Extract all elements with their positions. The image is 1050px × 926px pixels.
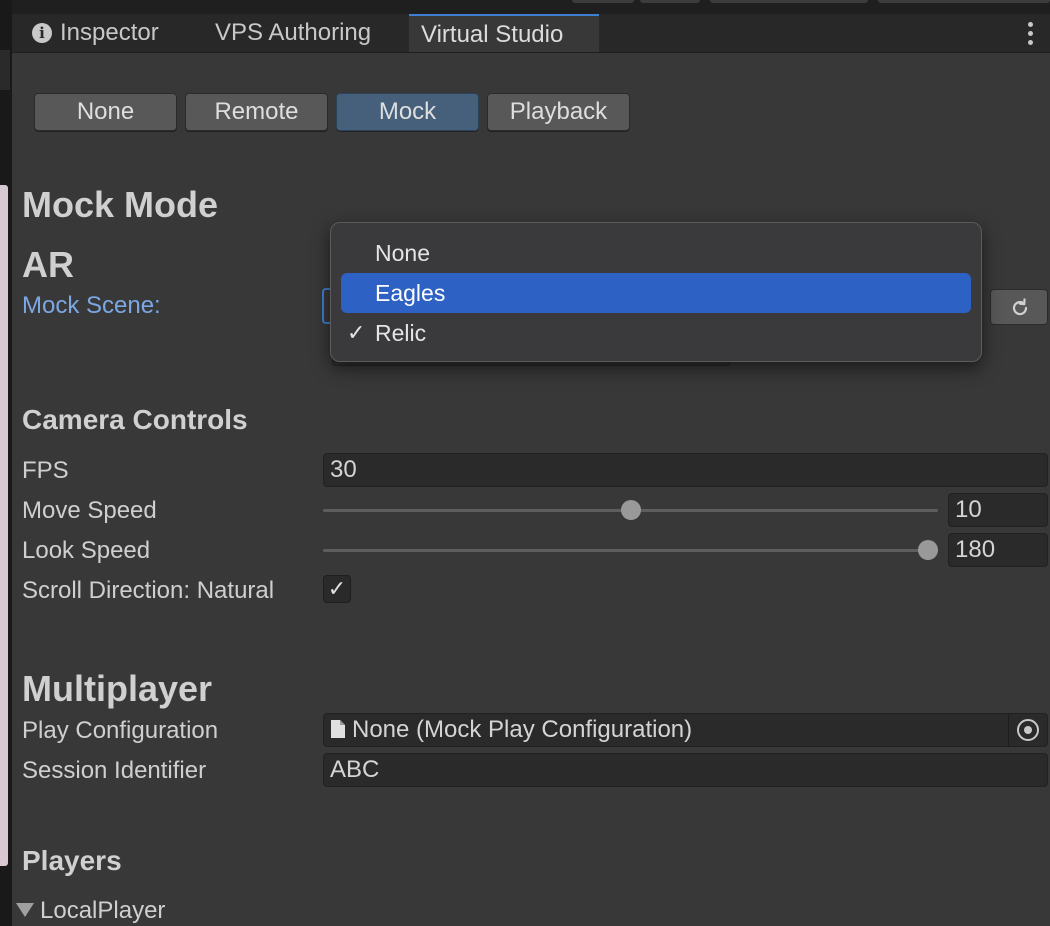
mock-scene-dropdown-menu: None Eagles ✓ Relic [330,222,982,362]
mode-playback-button[interactable]: Playback [487,93,630,131]
play-configuration-field[interactable]: None (Mock Play Configuration) [323,713,1048,747]
ar-heading: AR [22,244,74,285]
players-heading: Players [22,845,122,876]
look-speed-label: Look Speed [22,537,151,564]
tab-virtual-studio-label: Virtual Studio [421,21,564,48]
toolbar-nub [878,0,1050,3]
look-speed-input[interactable]: 180 [948,533,1048,567]
move-speed-label: Move Speed [22,497,157,524]
toolbar-nub [710,0,868,3]
left-panel-edge [0,0,12,926]
local-player-foldout[interactable]: LocalPlayer [16,897,165,925]
play-configuration-label: Play Configuration [22,717,219,744]
look-speed-slider-thumb[interactable] [918,540,938,560]
session-identifier-label: Session Identifier [22,757,207,784]
foldout-triangle-icon [16,903,34,917]
camera-controls-heading: Camera Controls [22,404,248,435]
toolbar-strip [12,0,1050,14]
scroll-direction-label: Scroll Direction: Natural [22,577,275,604]
menu-item-none-label: None [375,240,430,266]
tab-vps-authoring[interactable]: VPS Authoring [215,14,411,52]
tab-inspector[interactable]: i Inspector [32,14,212,52]
mode-mock-button[interactable]: Mock [336,93,479,131]
toolbar-nub [640,0,700,3]
play-configuration-value: None (Mock Play Configuration) [352,716,693,743]
file-icon [331,720,345,738]
move-speed-input[interactable]: 10 [948,493,1048,527]
look-speed-slider-track[interactable] [323,549,938,552]
tab-vps-authoring-label: VPS Authoring [215,19,372,46]
virtual-studio-window: i Inspector VPS Authoring Virtual Studio … [0,0,1050,926]
menu-item-eagles[interactable]: Eagles [341,273,971,313]
left-panel-dark-block [0,50,10,90]
local-player-label: LocalPlayer [40,897,166,924]
tab-bar: i Inspector VPS Authoring Virtual Studio [12,0,1050,53]
refresh-icon [1012,298,1028,316]
tab-inspector-label: Inspector [60,19,159,46]
more-options-icon[interactable] [1028,22,1034,49]
menu-item-none[interactable]: None [341,233,971,273]
info-icon: i [32,23,52,43]
tab-virtual-studio[interactable]: Virtual Studio [409,14,599,52]
object-picker-button[interactable] [1008,714,1047,746]
menu-item-relic-label: Relic [375,320,427,346]
session-identifier-input[interactable]: ABC [323,753,1048,787]
move-speed-slider-thumb[interactable] [620,500,641,520]
multiplayer-heading: Multiplayer [22,668,213,709]
mock-mode-heading: Mock Mode [22,184,219,225]
mode-remote-button[interactable]: Remote [185,93,328,131]
mode-none-button[interactable]: None [34,93,177,131]
fps-label: FPS [22,457,69,484]
checkmark-icon: ✓ [347,320,366,345]
left-panel-scrollbar[interactable] [0,185,8,866]
scroll-direction-checkbox[interactable]: ✓ [323,575,351,603]
checkmark-icon: ✓ [327,576,347,601]
refresh-scenes-button[interactable] [990,289,1048,325]
mock-scene-label: Mock Scene: [22,292,161,319]
toolbar-nub [572,0,634,3]
fps-input[interactable]: 30 [323,453,1048,487]
menu-item-eagles-label: Eagles [375,280,446,306]
menu-item-relic[interactable]: ✓ Relic [341,313,971,353]
